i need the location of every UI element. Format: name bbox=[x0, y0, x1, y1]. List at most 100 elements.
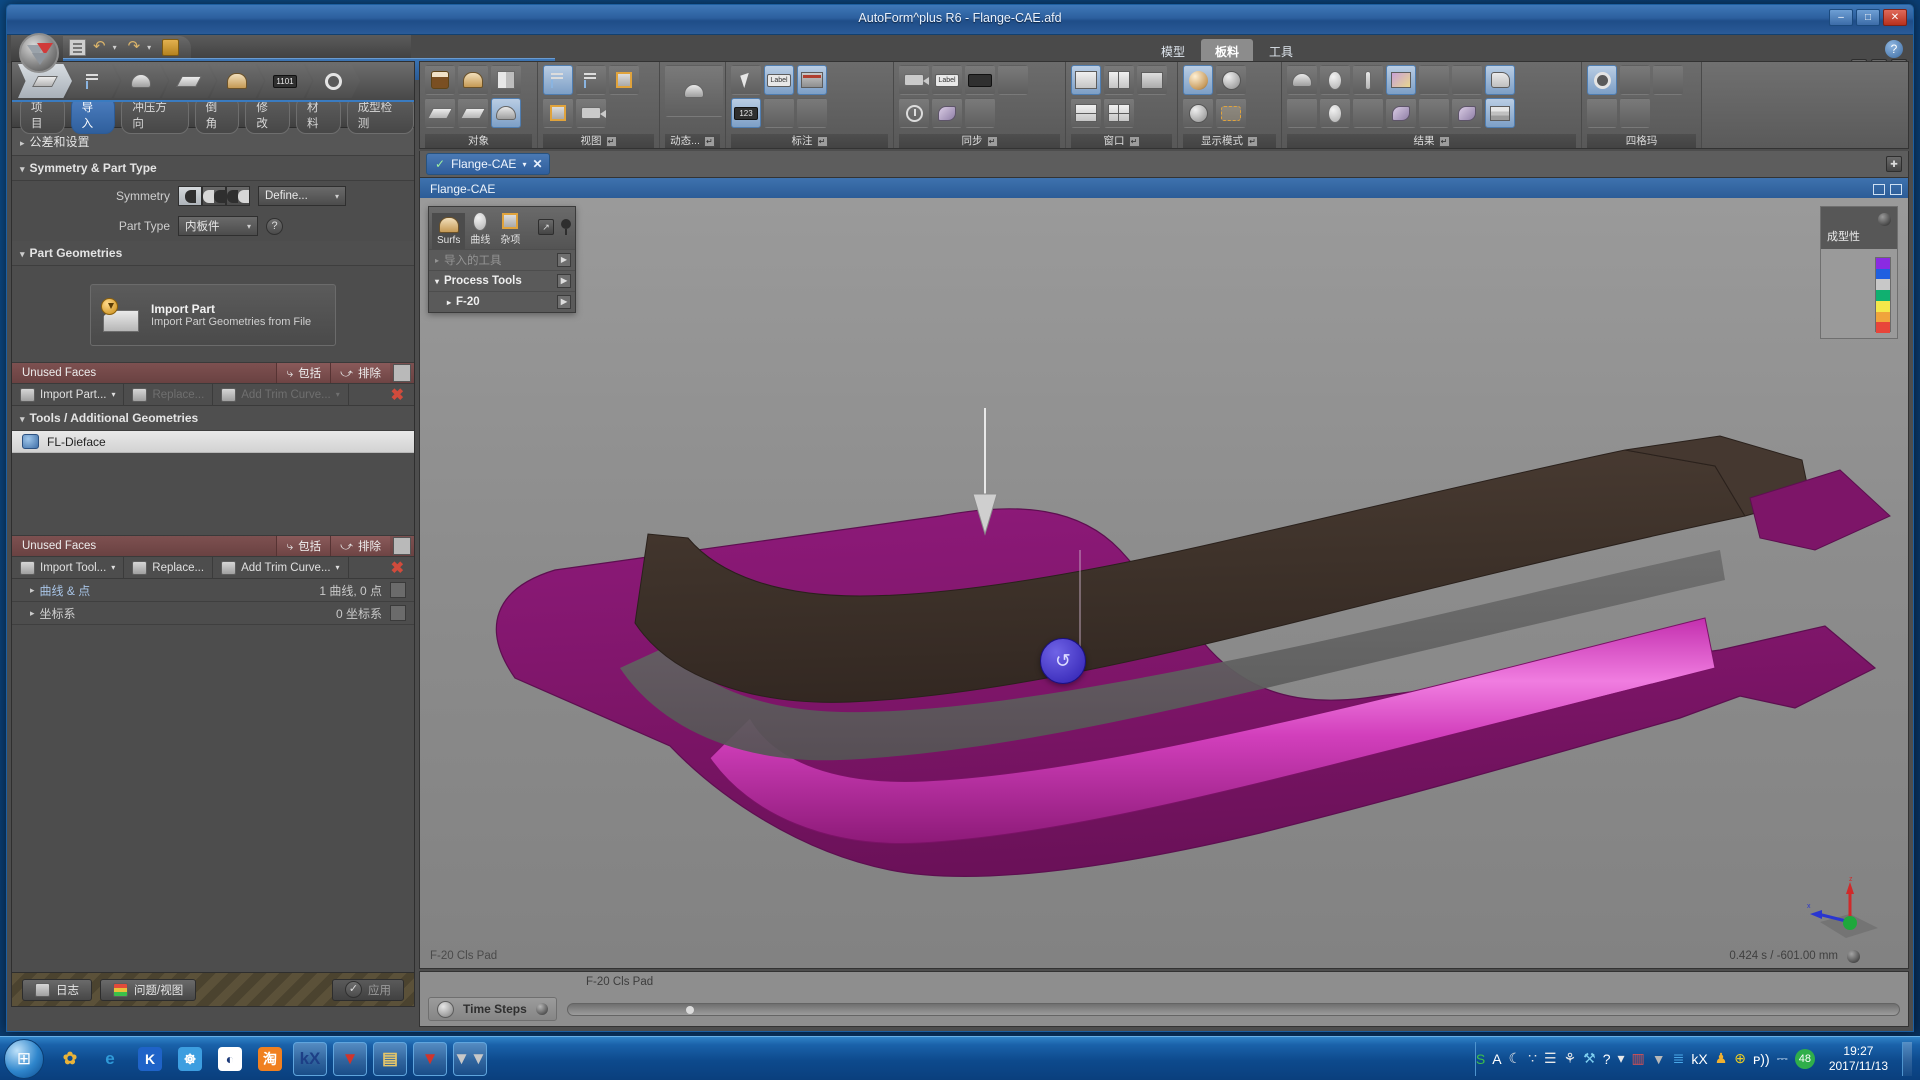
object-cylinder-icon[interactable] bbox=[425, 65, 455, 95]
sigma-down-icon[interactable] bbox=[1620, 98, 1650, 128]
minimize-button[interactable]: – bbox=[1829, 9, 1853, 26]
taskbar-explorer-icon[interactable]: ▤ bbox=[373, 1042, 407, 1076]
exclude-faces-button-2[interactable]: ⤻排除 bbox=[330, 536, 390, 556]
tray-a-icon[interactable]: A bbox=[1492, 1051, 1501, 1067]
sigma-up-icon[interactable] bbox=[1620, 65, 1650, 95]
section-tools-additional-geometries[interactable]: ▾Tools / Additional Geometries bbox=[12, 406, 414, 431]
object-book-icon[interactable] bbox=[491, 65, 521, 95]
flow-surface[interactable] bbox=[114, 64, 168, 98]
tree-chevron-icon[interactable]: ▸ bbox=[435, 256, 439, 265]
viewport-tree-node-toggle[interactable]: ▶ bbox=[557, 295, 571, 309]
time-steps-slider[interactable] bbox=[567, 1003, 1900, 1016]
rotation-gizmo-icon[interactable]: ↺ bbox=[1040, 638, 1086, 684]
viewport-tree-node-toggle[interactable]: ▶ bbox=[557, 274, 571, 288]
sidebar-tree-row-toggle[interactable] bbox=[390, 582, 406, 598]
viewport-tree-node[interactable]: ▸F-20▶ bbox=[429, 291, 575, 312]
tray-s-icon[interactable]: S bbox=[1476, 1051, 1485, 1067]
surfs-tab[interactable]: Surfs bbox=[432, 213, 465, 249]
tray-help-icon[interactable]: ? bbox=[1603, 1051, 1611, 1067]
viewport[interactable]: Flange-CAE bbox=[419, 177, 1909, 969]
symmetry-mirror-button[interactable] bbox=[226, 186, 250, 206]
taskbar-app-icon[interactable]: ◐ bbox=[213, 1042, 247, 1076]
tray-dots-icon[interactable]: ∵ bbox=[1528, 1050, 1537, 1067]
symmetry-none-button[interactable] bbox=[178, 186, 202, 206]
flow-list[interactable] bbox=[66, 64, 120, 98]
annotate-value-icon[interactable]: 123 bbox=[731, 98, 761, 128]
curves-tab[interactable]: 曲线 bbox=[465, 209, 495, 249]
time-steps-button[interactable]: Time Steps bbox=[428, 997, 557, 1021]
replace-part-button[interactable]: Replace... bbox=[124, 384, 213, 406]
undo-icon[interactable]: ↶ bbox=[93, 39, 106, 55]
tree-chevron-icon[interactable]: ▾ bbox=[435, 277, 439, 286]
part-type-combo[interactable]: 内板件 ▾ bbox=[178, 216, 258, 236]
sidebar-tree-row-toggle[interactable] bbox=[390, 605, 406, 621]
ribbon-group-launcher-icon[interactable]: ↵ bbox=[1129, 136, 1140, 147]
result-thickness-icon[interactable] bbox=[1287, 98, 1317, 128]
sigma-bar-icon[interactable] bbox=[1653, 65, 1683, 95]
sync-unlink-icon[interactable] bbox=[965, 98, 995, 128]
tray-blue-list-icon[interactable]: ≣ bbox=[1673, 1050, 1685, 1067]
viewport-time-knob-icon[interactable] bbox=[1847, 950, 1860, 963]
window-detach-icon[interactable] bbox=[1137, 65, 1167, 95]
view-camera-icon[interactable] bbox=[576, 98, 606, 128]
result-drop-icon[interactable] bbox=[1353, 98, 1383, 128]
tools-list-item[interactable]: FL-Dieface bbox=[12, 431, 414, 453]
issues-button[interactable]: 问题/视图 bbox=[100, 979, 196, 1001]
symmetry-define-combo[interactable]: Define... ▾ bbox=[258, 186, 346, 206]
add-view-icon[interactable]: ✚ bbox=[1886, 156, 1902, 172]
import-tool-button[interactable]: Import Tool...▾ bbox=[12, 557, 124, 579]
app-logo-icon[interactable] bbox=[19, 33, 59, 73]
sidebar-tree-row[interactable]: ▸曲线 & 点1 曲线, 0 点 bbox=[12, 579, 414, 602]
tray-list-icon[interactable]: ☰ bbox=[1544, 1050, 1557, 1067]
taskbar-kx-icon[interactable]: kX bbox=[293, 1042, 327, 1076]
view-axis-top-icon[interactable] bbox=[543, 65, 573, 95]
ribbon-group-launcher-icon[interactable]: ↵ bbox=[817, 136, 828, 147]
window-quad-icon[interactable] bbox=[1104, 98, 1134, 128]
section-symmetry-part-type[interactable]: ▾Symmetry & Part Type bbox=[12, 156, 414, 181]
display-outline-icon[interactable] bbox=[1216, 98, 1246, 128]
sync-camera-icon[interactable] bbox=[899, 65, 929, 95]
object-dome-icon[interactable] bbox=[458, 65, 488, 95]
taskbar-ie-icon[interactable]: e bbox=[93, 1042, 127, 1076]
document-tab-0[interactable]: ✓Flange-CAE▾✕ bbox=[426, 153, 550, 175]
ribbon-group-launcher-icon[interactable]: ↵ bbox=[606, 136, 617, 147]
tray-volume-icon[interactable]: ᴘ)) bbox=[1753, 1051, 1770, 1067]
exclude-faces-button[interactable]: ⤻排除 bbox=[330, 363, 390, 383]
sigma-scatter-icon[interactable] bbox=[1587, 98, 1617, 128]
ribbon-group-launcher-icon[interactable]: ↵ bbox=[1439, 136, 1450, 147]
flow-plane[interactable] bbox=[162, 64, 216, 98]
symmetry-half-button[interactable] bbox=[202, 186, 226, 206]
viewport-tree-node-toggle[interactable]: ▶ bbox=[557, 253, 571, 267]
result-layers-icon[interactable] bbox=[1485, 98, 1515, 128]
undo-caret-icon[interactable]: ▾ bbox=[113, 43, 121, 52]
section-part-geometries[interactable]: ▾Part Geometries bbox=[12, 241, 414, 266]
tray-plus-icon[interactable]: ⊕ bbox=[1734, 1050, 1746, 1067]
show-desktop-button[interactable] bbox=[1902, 1042, 1912, 1076]
save-icon[interactable] bbox=[69, 39, 86, 56]
include-faces-button-2[interactable]: ⤷包括 bbox=[276, 536, 330, 556]
flow-die[interactable] bbox=[210, 64, 264, 98]
chevron-down-icon[interactable]: ▾ bbox=[522, 160, 526, 169]
sync-result-icon[interactable] bbox=[932, 98, 962, 128]
result-height-icon[interactable] bbox=[1320, 98, 1350, 128]
close-icon[interactable]: ✕ bbox=[532, 157, 542, 171]
object-plane-icon[interactable] bbox=[425, 98, 455, 128]
log-button[interactable]: 日志 bbox=[22, 979, 92, 1001]
apply-button[interactable]: ✓应用 bbox=[332, 979, 404, 1001]
result-compress-icon[interactable] bbox=[1419, 65, 1449, 95]
taskbar-autoform2-icon[interactable]: ▼ bbox=[413, 1042, 447, 1076]
annotate-measure-icon[interactable] bbox=[797, 65, 827, 95]
redo-caret-icon[interactable]: ▾ bbox=[147, 43, 155, 52]
ribbon-group-launcher-icon[interactable]: ↵ bbox=[987, 136, 998, 147]
tray-badge-icon[interactable]: 48 bbox=[1795, 1049, 1815, 1069]
taskbar-media-icon[interactable]: ✿ bbox=[53, 1042, 87, 1076]
tray-film-icon[interactable]: ▥ bbox=[1632, 1050, 1645, 1067]
add-trim-curve-part-button[interactable]: Add Trim Curve...▾ bbox=[213, 384, 348, 406]
taskbar-clock[interactable]: 19:27 2017/11/13 bbox=[1823, 1044, 1894, 1074]
result-thermo-icon[interactable] bbox=[1353, 65, 1383, 95]
sidebar-tree-row[interactable]: ▸坐标系0 坐标系 bbox=[12, 602, 414, 625]
ribbon-group-launcher-icon[interactable]: ↵ bbox=[704, 136, 715, 147]
sigma-ring-icon[interactable] bbox=[1587, 65, 1617, 95]
time-steps-slider-handle[interactable] bbox=[686, 1006, 694, 1014]
taskbar-autoform-active-icon[interactable]: ▼▼ bbox=[453, 1042, 487, 1076]
